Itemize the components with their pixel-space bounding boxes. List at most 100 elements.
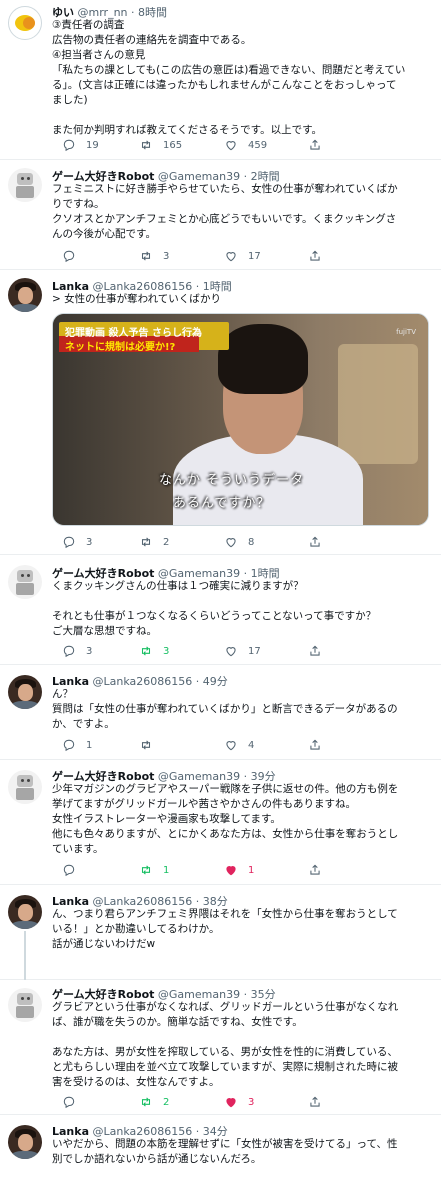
avatar[interactable]: [8, 1125, 42, 1159]
tweet-line: それとも仕事が１つなくなるくらいどうってことないって事ですか？: [52, 610, 377, 622]
retweet-button[interactable]: 1: [139, 862, 169, 878]
reply-button[interactable]: 19: [62, 137, 99, 153]
tweet-text: くまクッキングさんの仕事は１つ確実に減りますが？ それとも仕事が１つなくなるくら…: [52, 579, 433, 639]
retweet-icon: [141, 1097, 151, 1107]
like-icon: [226, 252, 236, 262]
media-caption-top: 犯罪動画 殺人予告 さらし行為: [65, 328, 202, 339]
retweet-button[interactable]: 2: [139, 1094, 169, 1110]
share-button[interactable]: [308, 248, 332, 264]
like-count: 8: [248, 536, 255, 548]
retweet-button[interactable]: 2: [139, 534, 169, 550]
tweet-line: 挙げてますがグリッドガールや茜さやかさんの件もありますね。: [52, 798, 356, 810]
tweet[interactable]: Lanka @Lanka26086156 · 49分 ん？ 質問は「女性の仕事が…: [0, 665, 441, 760]
retweet-count: 165: [163, 139, 183, 151]
avatar[interactable]: [8, 770, 42, 804]
retweet-icon: [141, 740, 151, 750]
reply-button[interactable]: [62, 1094, 86, 1110]
tweet-line: いる！」とか勘違いしてるわけか。: [52, 923, 220, 935]
tweet-line: 広告物の責任者の連絡先を調査中である。: [52, 34, 252, 46]
tweet[interactable]: Lanka @Lanka26086156 · 34分 いやだから、問題の本筋を理…: [0, 1115, 441, 1200]
tweet-line: [52, 594, 433, 609]
tweet[interactable]: ゲーム大好きRobot @Gameman39 · 35分 グラビアという仕事がな…: [0, 980, 441, 1115]
tweet-line: ました): [52, 94, 88, 106]
retweet-icon: [141, 537, 151, 547]
like-count: 17: [248, 250, 261, 262]
share-icon: [310, 250, 320, 261]
tweet[interactable]: ゆい @mrr_nn · 8時間 ③責任者の調査 広告物の責任者の連絡先を調査中…: [0, 0, 441, 160]
reply-icon: [63, 1096, 75, 1109]
media-background-shelf: [338, 344, 418, 464]
reply-button[interactable]: 3: [62, 534, 92, 550]
avatar[interactable]: [8, 168, 42, 202]
share-button[interactable]: [308, 137, 332, 153]
reply-icon: [63, 536, 75, 549]
retweet-button[interactable]: 3: [139, 643, 169, 659]
like-count: 1: [248, 864, 255, 876]
avatar[interactable]: [8, 988, 42, 1022]
avatar[interactable]: [8, 278, 42, 312]
retweet-count: 2: [163, 1096, 170, 1108]
tweet-media-image[interactable]: 犯罪動画 殺人予告 さらし行為 ネットに規制は必要か!? fujiTV なんか …: [52, 313, 429, 526]
tweet-line: 他にも色々ありますが、とにかくあなた方は、女性から仕事を奪おうとし: [52, 828, 399, 840]
share-button[interactable]: [308, 643, 332, 659]
retweet-button[interactable]: [139, 737, 163, 753]
tweet-line: 質問は「女性の仕事が奪われていくばかり」と断言できるデータがあるの: [52, 703, 398, 715]
share-button[interactable]: [308, 1094, 332, 1110]
avatar[interactable]: [8, 565, 42, 599]
avatar[interactable]: [8, 6, 42, 40]
tweet-line: グラビアという仕事がなくなれば、グリッドガールという仕事がなくなれ: [52, 1001, 399, 1013]
retweet-icon: [141, 865, 151, 875]
like-button[interactable]: 17: [224, 643, 261, 659]
retweet-button[interactable]: 165: [139, 137, 182, 153]
like-count: 4: [248, 739, 255, 751]
tweet-line: 少年マガジンのグラビアやスーパー戦隊を子供に返せの件。他の方も例を: [52, 783, 399, 795]
reply-icon: [63, 864, 75, 877]
tweet-line: あなた方は、男が女性を搾取している、男が女性を性的に消費している、: [52, 1046, 398, 1058]
media-person-hair: [218, 324, 308, 394]
share-button[interactable]: [308, 534, 332, 550]
reply-button[interactable]: [62, 862, 86, 878]
retweet-icon: [141, 140, 151, 150]
tweet[interactable]: ゲーム大好きRobot @Gameman39 · 2時間 フェミニストに好き勝手…: [0, 160, 441, 270]
like-button[interactable]: 459: [224, 137, 267, 153]
tweet-text: いやだから、問題の本筋を理解せずに「女性が被害を受けてる」って、性 別でしか語れ…: [52, 1137, 433, 1167]
tweet-line: いやだから、問題の本筋を理解せずに「女性が被害を受けてる」って、性: [52, 1138, 398, 1150]
reply-count: 3: [86, 536, 93, 548]
tweet-line: 「私たちの課としても(この広告の意匠は)看過できない、問題だと考えてい: [52, 64, 406, 76]
reply-count: 3: [86, 645, 93, 657]
tweet-line: ③責任者の調査: [52, 19, 125, 31]
share-icon: [310, 139, 320, 150]
like-button[interactable]: 4: [224, 737, 254, 753]
tweet[interactable]: ゲーム大好きRobot @Gameman39 · 39分 少年マガジンのグラビア…: [0, 760, 441, 885]
tweet-text: グラビアという仕事がなくなれば、グリッドガールという仕事がなくなれ ば、誰が職を…: [52, 1000, 433, 1090]
tweet-line: る」。(文言は正確には違ったかもしれませんがこんなことをおっしゃって: [52, 79, 397, 91]
reply-button[interactable]: [62, 248, 86, 264]
retweet-count: 1: [163, 864, 170, 876]
like-button[interactable]: 1: [224, 862, 254, 878]
reply-button[interactable]: 3: [62, 643, 92, 659]
tweet-line: [52, 1030, 433, 1045]
tweet-line: ④担当者さんの意見: [52, 49, 146, 61]
like-button[interactable]: 8: [224, 534, 254, 550]
share-button[interactable]: [308, 737, 332, 753]
tweet-line: くまクッキングさんの仕事は１つ確実に減りますが？: [52, 580, 304, 592]
tweet-text: ③責任者の調査 広告物の責任者の連絡先を調査中である。 ④担当者さんの意見 「私…: [52, 18, 433, 138]
like-icon: [226, 647, 236, 657]
tweet-line: と尤もらしい理由を並べ立て攻撃していますが、実際に規制された時に被: [52, 1061, 398, 1073]
tweet-actions: 19 165 459: [52, 137, 382, 153]
avatar[interactable]: [8, 675, 42, 709]
like-button[interactable]: 3: [224, 1094, 254, 1110]
like-count: 3: [248, 1096, 255, 1108]
reply-button[interactable]: 1: [62, 737, 92, 753]
like-count: 459: [248, 139, 268, 151]
tweet[interactable]: Lanka @Lanka26086156 · 1時間 > 女性の仕事が奪われてい…: [0, 270, 441, 555]
share-button[interactable]: [308, 862, 332, 878]
tweet[interactable]: ゲーム大好きRobot @Gameman39 · 1時間 くまクッキングさんの仕…: [0, 555, 441, 665]
retweet-button[interactable]: 3: [139, 248, 169, 264]
avatar[interactable]: [8, 895, 42, 929]
tweet-line: フェミニストに好き勝手やらせていたら、女性の仕事が奪われていくばか: [52, 183, 398, 195]
tweet-actions: 1 4: [52, 737, 382, 753]
media-caption-bottom: ネットに規制は必要か!?: [65, 342, 176, 353]
tweet[interactable]: Lanka @Lanka26086156 · 38分 ん、つまり君らアンチフェミ…: [0, 885, 441, 980]
like-button[interactable]: 17: [224, 248, 261, 264]
